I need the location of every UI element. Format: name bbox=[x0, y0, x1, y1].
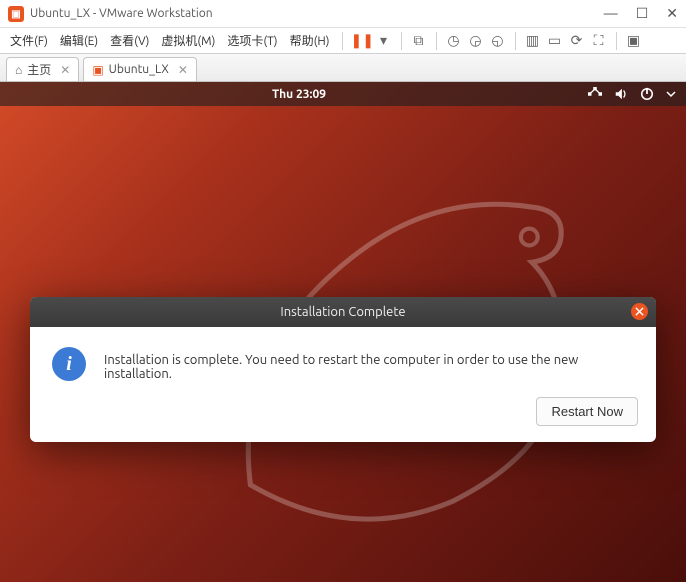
tab-close-icon[interactable]: ✕ bbox=[60, 63, 70, 77]
tab-vm[interactable]: ▣ Ubuntu_LX ✕ bbox=[83, 57, 197, 81]
restart-now-button[interactable]: Restart Now bbox=[536, 397, 638, 426]
pause-icon[interactable]: ❚❚ bbox=[351, 32, 369, 49]
separator bbox=[436, 32, 437, 50]
clock2-icon[interactable]: ◶ bbox=[467, 32, 485, 49]
close-button[interactable]: ✕ bbox=[666, 5, 678, 22]
tab-vm-label: Ubuntu_LX bbox=[109, 63, 169, 76]
vm-tab-icon: ▣ bbox=[92, 63, 103, 77]
fullscreen-icon[interactable]: ⛶ bbox=[590, 32, 608, 49]
separator bbox=[401, 32, 402, 50]
separator bbox=[342, 32, 343, 50]
dialog-body: i Installation is complete. You need to … bbox=[30, 327, 656, 397]
installation-complete-dialog: Installation Complete i Installation is … bbox=[30, 297, 656, 442]
vmware-app-icon: ▣ bbox=[8, 6, 24, 22]
dialog-title: Installation Complete bbox=[280, 305, 405, 319]
layout2-icon[interactable]: ▭ bbox=[546, 32, 564, 49]
ubuntu-top-panel: Thu 23:09 bbox=[0, 82, 686, 106]
network-icon bbox=[588, 87, 602, 101]
separator bbox=[515, 32, 516, 50]
menu-view[interactable]: 查看(V) bbox=[106, 30, 153, 51]
dialog-titlebar[interactable]: Installation Complete bbox=[30, 297, 656, 327]
window-titlebar: ▣ Ubuntu_LX - VMware Workstation — ☐ ✕ bbox=[0, 0, 686, 28]
menu-file[interactable]: 文件(F) bbox=[6, 30, 52, 51]
chevron-down-icon bbox=[666, 89, 676, 99]
ubuntu-clock[interactable]: Thu 23:09 bbox=[10, 88, 588, 101]
clock1-icon[interactable]: ◷ bbox=[445, 32, 463, 49]
volume-icon bbox=[614, 87, 628, 101]
dialog-close-button[interactable] bbox=[631, 303, 648, 320]
toolbar-power-group: ❚❚ ▾ bbox=[351, 32, 393, 49]
info-icon: i bbox=[52, 347, 86, 381]
power-icon bbox=[640, 87, 654, 101]
window-controls: — ☐ ✕ bbox=[604, 5, 678, 22]
snapshot-icon[interactable]: ⧉ bbox=[410, 32, 428, 49]
tab-home-label: 主页 bbox=[27, 61, 51, 78]
layout1-icon[interactable]: ▥ bbox=[524, 32, 542, 49]
dialog-message: Installation is complete. You need to re… bbox=[104, 347, 634, 381]
vm-guest-display[interactable]: Thu 23:09 Installation Complete i Instal… bbox=[0, 82, 686, 582]
unity-icon[interactable]: ⟳ bbox=[568, 32, 586, 49]
library-icon[interactable]: ▣ bbox=[625, 32, 643, 49]
tab-bar: ⌂ 主页 ✕ ▣ Ubuntu_LX ✕ bbox=[0, 54, 686, 82]
tab-home[interactable]: ⌂ 主页 ✕ bbox=[6, 57, 79, 81]
menu-help[interactable]: 帮助(H) bbox=[286, 30, 334, 51]
menu-tabs[interactable]: 选项卡(T) bbox=[223, 30, 281, 51]
menu-vm[interactable]: 虚拟机(M) bbox=[157, 30, 219, 51]
dropdown-icon[interactable]: ▾ bbox=[375, 32, 393, 49]
maximize-button[interactable]: ☐ bbox=[636, 5, 649, 22]
clock3-icon[interactable]: ◵ bbox=[489, 32, 507, 49]
dialog-footer: Restart Now bbox=[30, 397, 656, 442]
close-icon bbox=[635, 307, 644, 316]
window-title: Ubuntu_LX - VMware Workstation bbox=[30, 7, 604, 20]
tab-close-icon[interactable]: ✕ bbox=[178, 63, 188, 77]
menu-edit[interactable]: 编辑(E) bbox=[56, 30, 102, 51]
minimize-button[interactable]: — bbox=[604, 5, 618, 22]
menu-bar: 文件(F) 编辑(E) 查看(V) 虚拟机(M) 选项卡(T) 帮助(H) ❚❚… bbox=[0, 28, 686, 54]
ubuntu-system-tray[interactable] bbox=[588, 87, 676, 101]
separator bbox=[616, 32, 617, 50]
home-icon: ⌂ bbox=[15, 63, 22, 77]
